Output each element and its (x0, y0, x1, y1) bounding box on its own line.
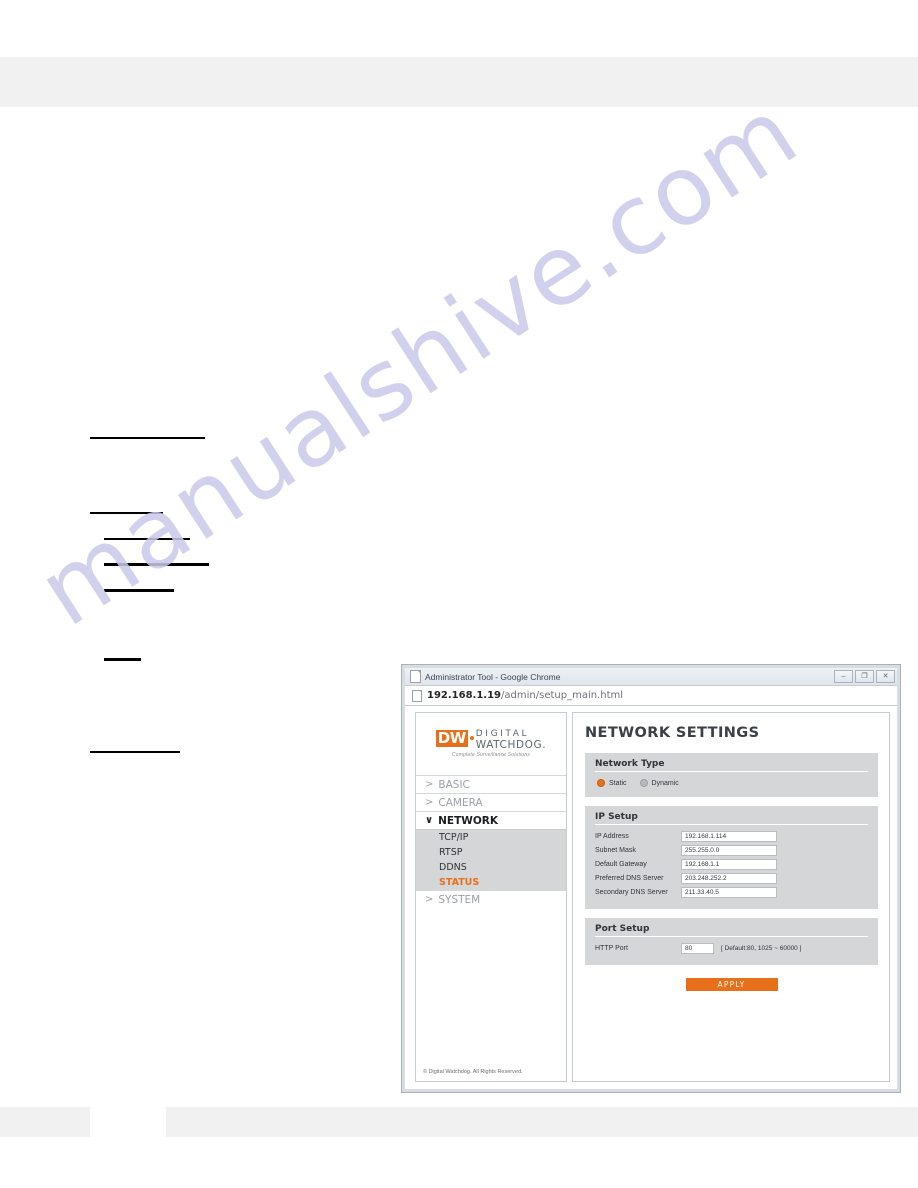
browser-window: Administrator Tool - Google Chrome – ❐ ✕… (401, 664, 901, 1093)
sidebar-item-basic[interactable]: > BASIC (416, 775, 566, 793)
redacted-line (104, 563, 209, 566)
page-header-band (0, 57, 918, 107)
field-preferred-dns: Preferred DNS Server 203.248.252.2 (595, 873, 868, 884)
sidebar-item-label: BASIC (438, 778, 470, 791)
logo-line-watchdog: WATCHDOG. (475, 738, 547, 751)
sidebar-item-camera[interactable]: > CAMERA (416, 793, 566, 811)
url-host: 192.168.1.19 (427, 690, 502, 701)
apply-button[interactable]: APPLY (685, 978, 778, 991)
field-label: IP Address (595, 833, 629, 840)
page-footer-left-block (0, 1107, 90, 1137)
sidebar: DW DIGITAL WATCHDOG. Complete Surveillan… (415, 712, 567, 1082)
chevron-right-icon: > (425, 779, 434, 790)
chevron-down-icon: ∨ (425, 815, 434, 826)
sidebar-item-label: SYSTEM (438, 893, 481, 906)
maximize-button[interactable]: ❐ (855, 670, 874, 683)
logo-line-digital: DIGITAL (475, 728, 530, 739)
redacted-line (104, 538, 190, 540)
port-setup-panel: Port Setup HTTP Port 80 [ Default:80, 10… (585, 918, 878, 965)
radio-static[interactable]: Static (597, 779, 627, 787)
browser-chrome: Administrator Tool - Google Chrome – ❐ ✕… (405, 668, 897, 1089)
url-path: /admin/setup_main.html (501, 690, 624, 701)
page-title: NETWORK SETTINGS (585, 725, 760, 741)
dw-dot-icon (469, 735, 474, 740)
page-footer-right-block (166, 1107, 918, 1137)
radio-static-label: Static (609, 779, 627, 787)
dw-mark: DW (435, 728, 468, 747)
field-http-port: HTTP Port 80 [ Default:80, 1025 ~ 60000 … (595, 943, 868, 954)
radio-dynamic-label: Dynamic (651, 779, 679, 787)
field-label: Default Gateway (595, 861, 647, 868)
radio-dynamic[interactable]: Dynamic (639, 779, 679, 787)
radio-on-icon (597, 779, 605, 787)
chevron-right-icon: > (425, 894, 434, 905)
http-port-hint: [ Default:80, 1025 ~ 60000 ] (721, 945, 802, 952)
redacted-line (90, 512, 163, 514)
field-secondary-dns: Secondary DNS Server 211.33.40.5 (595, 887, 868, 898)
http-port-input[interactable]: 80 (681, 943, 714, 954)
redacted-line (90, 437, 205, 439)
port-setup-heading: Port Setup (595, 924, 868, 937)
field-label: Subnet Mask (595, 847, 636, 854)
radio-off-icon (639, 779, 648, 787)
sidebar-item-tcpip[interactable]: TCP/IP (416, 830, 566, 845)
copyright-text: © Digital Watchdog. All Rights Reserved. (423, 1069, 523, 1075)
minimize-button[interactable]: – (834, 670, 853, 683)
brand-logo: DW DIGITAL WATCHDOG. Complete Surveillan… (416, 713, 566, 775)
logo-tagline: Complete Surveillance Solutions (451, 752, 531, 759)
network-type-radio-group: Static Dynamic (595, 778, 868, 789)
page-icon (412, 689, 422, 702)
chevron-right-icon: > (425, 797, 434, 808)
document-icon (410, 670, 421, 683)
network-type-panel: Network Type Static Dynamic (585, 753, 878, 797)
field-default-gateway: Default Gateway 192.168.1.1 (595, 859, 868, 870)
sidebar-item-system[interactable]: > SYSTEM (416, 890, 566, 908)
preferred-dns-input[interactable]: 203.248.252.2 (681, 873, 777, 884)
redacted-line (104, 658, 141, 661)
ip-setup-heading: IP Setup (595, 812, 868, 825)
redacted-line (90, 751, 180, 753)
sidebar-item-ddns[interactable]: DDNS (416, 860, 566, 875)
field-subnet-mask: Subnet Mask 255.255.0.0 (595, 845, 868, 856)
apply-row: APPLY (585, 978, 878, 991)
url-text: 192.168.1.19/admin/setup_main.html (427, 690, 623, 701)
secondary-dns-input[interactable]: 211.33.40.5 (681, 887, 777, 898)
sidebar-item-status[interactable]: STATUS (416, 875, 566, 890)
redacted-line (104, 589, 174, 592)
sidebar-subnav-network: TCP/IP RTSP DDNS STATUS (416, 829, 566, 890)
ip-setup-panel: IP Setup IP Address 192.168.1.114 Subnet… (585, 806, 878, 909)
watermark: manualshive.com (19, 75, 818, 648)
ip-address-input[interactable]: 192.168.1.114 (681, 831, 777, 842)
subnet-mask-input[interactable]: 255.255.0.0 (681, 845, 777, 856)
network-type-heading: Network Type (595, 759, 868, 772)
default-gateway-input[interactable]: 192.168.1.1 (681, 859, 777, 870)
sidebar-item-network[interactable]: ∨ NETWORK (416, 811, 566, 829)
sidebar-item-label: NETWORK (438, 814, 498, 827)
window-title: Administrator Tool - Google Chrome (425, 671, 561, 682)
window-controls: – ❐ ✕ (834, 670, 895, 683)
page-viewport: DW DIGITAL WATCHDOG. Complete Surveillan… (405, 706, 897, 1089)
sidebar-item-label: CAMERA (438, 796, 483, 809)
field-label: HTTP Port (595, 945, 628, 952)
field-label: Secondary DNS Server (595, 889, 668, 896)
close-button[interactable]: ✕ (876, 670, 895, 683)
content-panel: NETWORK SETTINGS Network Type Static Dyn… (572, 712, 890, 1082)
sidebar-item-rtsp[interactable]: RTSP (416, 845, 566, 860)
field-label: Preferred DNS Server (595, 875, 664, 882)
browser-title-bar: Administrator Tool - Google Chrome – ❐ ✕ (405, 668, 897, 685)
address-bar[interactable]: 192.168.1.19/admin/setup_main.html (405, 685, 897, 706)
field-ip-address: IP Address 192.168.1.114 (595, 831, 868, 842)
